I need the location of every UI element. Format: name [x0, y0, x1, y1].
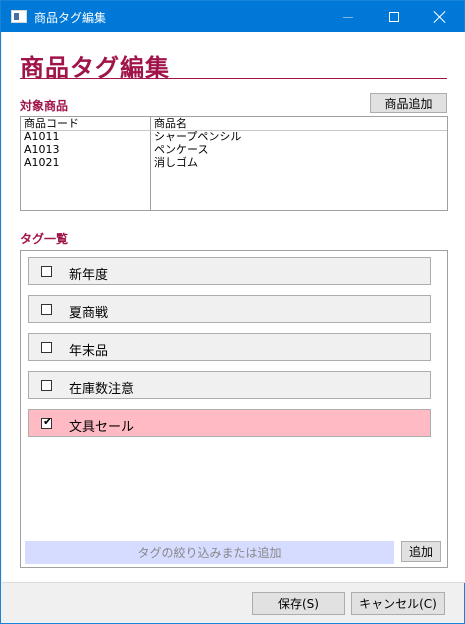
tag-item[interactable]: 新年度 [28, 257, 431, 285]
tags-section-label: タグ一覧 [20, 232, 69, 246]
app-icon [11, 10, 27, 23]
add-product-button[interactable]: 商品追加 [370, 93, 447, 113]
tag-checkbox[interactable] [41, 266, 52, 277]
table-row-code[interactable]: A1013 [24, 143, 60, 156]
tag-checkbox[interactable] [41, 380, 52, 391]
maximize-icon [389, 11, 399, 22]
tag-label: 文具セール [69, 420, 135, 435]
close-button[interactable] [417, 1, 463, 32]
product-table[interactable]: 商品コード 商品名 A1011 シャープペンシル A1013 ペンケース A10… [20, 116, 448, 211]
tag-filter-input[interactable]: タグの絞り込みまたは追加 [25, 541, 394, 564]
column-header-code[interactable]: 商品コード [24, 117, 79, 130]
table-row-code[interactable]: A1021 [24, 156, 60, 169]
heading-divider [20, 78, 447, 79]
dialog-content: 商品タグ編集 対象商品 商品追加 商品コード 商品名 A1011 シャープペンシ… [2, 32, 465, 582]
maximize-button[interactable] [371, 1, 417, 32]
tag-item[interactable]: 在庫数注意 [28, 371, 431, 399]
products-section-label: 対象商品 [20, 99, 69, 113]
table-row-name[interactable]: シャープペンシル [154, 130, 241, 143]
tag-item[interactable]: 年末品 [28, 333, 431, 361]
tag-checkbox[interactable]: ✔ [41, 415, 53, 429]
close-icon [434, 11, 446, 23]
table-row-name[interactable]: ペンケース [154, 143, 208, 156]
cancel-button[interactable]: キャンセル(C) [351, 592, 445, 615]
window-title: 商品タグ編集 [34, 11, 107, 25]
table-row-code[interactable]: A1011 [24, 130, 60, 143]
column-header-name[interactable]: 商品名 [154, 117, 187, 130]
tag-label: 夏商戦 [69, 306, 109, 321]
tag-label: 在庫数注意 [69, 382, 135, 397]
tag-item[interactable]: 夏商戦 [28, 295, 431, 323]
tag-checkbox[interactable] [41, 342, 52, 353]
checkmark-icon: ✔ [43, 415, 53, 428]
tag-label: 年末品 [69, 344, 109, 359]
title-bar[interactable]: 商品タグ編集 [1, 1, 464, 32]
footer-divider [2, 582, 465, 583]
tag-item[interactable]: ✔ 文具セール [28, 409, 431, 437]
minimize-icon [343, 17, 353, 18]
minimize-button[interactable] [325, 1, 371, 32]
dialog-window: 商品タグ編集 商品タグ編集 対象商品 商品追加 商品コード 商品名 A1011 … [0, 0, 465, 624]
tag-label: 新年度 [69, 268, 109, 283]
tag-checkbox[interactable] [41, 304, 52, 315]
save-button[interactable]: 保存(S) [252, 592, 345, 615]
add-tag-button[interactable]: 追加 [401, 541, 441, 562]
table-row-name[interactable]: 消しゴム [154, 156, 198, 169]
tag-list-panel: 新年度 夏商戦 年末品 在庫数注意 ✔ 文具セール タグの絞り込みまたは追加 追… [20, 250, 448, 568]
